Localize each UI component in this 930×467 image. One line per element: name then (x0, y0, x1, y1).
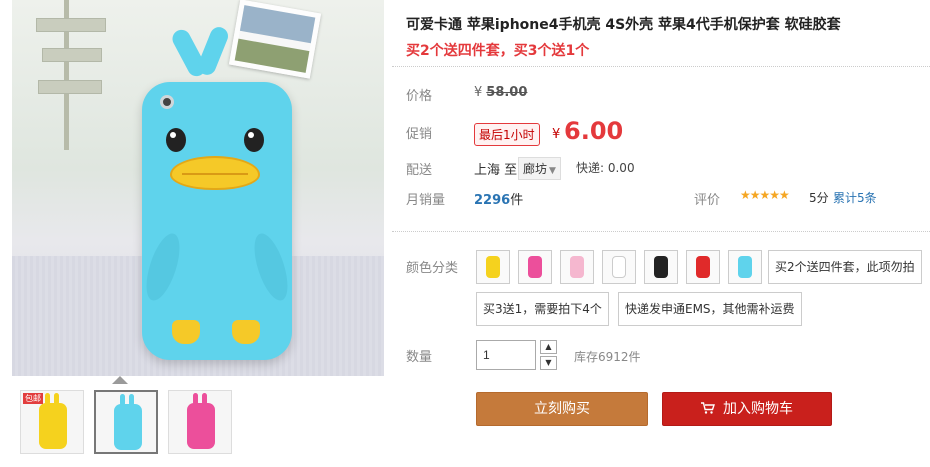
shipping-label: 配送 (406, 163, 433, 178)
main-product-image[interactable] (12, 0, 384, 376)
phone-case-thumbnail-icon (114, 404, 142, 450)
phone-case-thumbnail-icon (738, 256, 752, 278)
review-label: 评价 (694, 193, 721, 208)
sku-option-text[interactable]: 快递发申通EMS，其他需补运费 (618, 292, 802, 326)
foot-right (232, 320, 260, 344)
eye-right (244, 128, 264, 152)
product-gallery: 包邮 (0, 0, 386, 467)
background-sign (42, 48, 102, 62)
chevron-down-icon: ▼ (549, 166, 556, 176)
phone-case-thumbnail-icon (696, 256, 710, 278)
shipping-fee: 快递: 0.00 (576, 161, 635, 175)
camera-hole (160, 95, 174, 109)
wing-right (247, 229, 295, 305)
price-label: 价格 (406, 89, 433, 104)
color-swatch[interactable] (518, 250, 552, 284)
product-info: 可爱卡通 苹果iphone4手机壳 4S外壳 苹果4代手机保护套 软硅胶套 买2… (392, 0, 930, 467)
phone-case-illustration (139, 82, 295, 360)
wing-left (139, 229, 187, 305)
rating-score: 5分 (809, 191, 829, 205)
quantity-label: 数量 (406, 350, 433, 365)
rating-stars-icon: ★★★★★ (740, 188, 790, 202)
color-swatch[interactable] (728, 250, 762, 284)
add-to-cart-label: 加入购物车 (723, 401, 793, 417)
monthly-sales-label: 月销量 (406, 193, 446, 208)
background-sign (38, 80, 102, 94)
phone-case-thumbnail-icon (528, 256, 542, 278)
phone-case-thumbnail-icon (612, 256, 626, 278)
product-page: 包邮 可爱卡通 苹果iphone4手机壳 4S外壳 苹果4代手机保护套 软硅胶套… (0, 0, 930, 467)
phone-case-thumbnail-icon (39, 403, 67, 449)
promo-label: 促销 (406, 127, 433, 142)
price-box: 价格 ¥58.00 促销 最后1小时 ¥ 6.00 配送 上海 至 廊坊 ▼ 快递… (392, 66, 930, 232)
thumbnail-strip: 包邮 (16, 384, 386, 464)
monthly-sales: 2296件 (474, 193, 524, 208)
sku-selector: 颜色分类 买2个送四件套，此项勿拍 买3送1，需要拍下4个 快递发申通EMS，其… (392, 232, 930, 467)
stock-count: 库存6912件 (574, 350, 641, 364)
shopping-cart-icon (701, 402, 715, 414)
phone-case-thumbnail-icon (654, 256, 668, 278)
gallery-thumbnail[interactable] (168, 390, 232, 454)
currency-symbol: ¥ (552, 127, 561, 142)
sku-option-text[interactable]: 买2个送四件套，此项勿拍 (768, 250, 922, 284)
gallery-thumbnail[interactable] (94, 390, 158, 454)
phone-case-thumbnail-icon (570, 256, 584, 278)
promo-countdown-badge: 最后1小时 (474, 123, 540, 146)
duck-beak (170, 156, 260, 190)
color-swatch[interactable] (560, 250, 594, 284)
color-swatch[interactable] (602, 250, 636, 284)
sku-option-text[interactable]: 买3送1，需要拍下4个 (476, 292, 609, 326)
phone-case-thumbnail-icon (486, 256, 500, 278)
quantity-input[interactable] (476, 340, 536, 370)
buy-now-button[interactable]: 立刻购买 (476, 392, 648, 426)
color-swatch[interactable] (686, 250, 720, 284)
background-photo-frame (228, 0, 322, 79)
promo-price: 6.00 (564, 117, 624, 145)
eye-left (166, 128, 186, 152)
quantity-decrease-button[interactable]: ▼ (540, 356, 557, 370)
product-title: 可爱卡通 苹果iphone4手机壳 4S外壳 苹果4代手机保护套 软硅胶套 (406, 17, 841, 33)
color-category-label: 颜色分类 (406, 261, 459, 276)
promo-subtitle: 买2个送四件套，买3个送1个 (406, 43, 590, 59)
background-sign (36, 18, 106, 32)
phone-case-thumbnail-icon (187, 403, 215, 449)
thumbnail-pointer-icon (112, 376, 128, 384)
case-ear (195, 24, 231, 78)
gallery-thumbnail[interactable]: 包邮 (20, 390, 84, 454)
add-to-cart-button[interactable]: 加入购物车 (662, 392, 832, 426)
review-count-link[interactable]: 累计5条 (833, 189, 877, 206)
destination-select[interactable]: 廊坊 ▼ (518, 157, 561, 180)
quantity-increase-button[interactable]: ▲ (540, 340, 557, 354)
original-price: ¥58.00 (474, 85, 528, 100)
free-shipping-badge: 包邮 (23, 393, 43, 404)
ship-from: 上海 至 (474, 163, 518, 178)
color-swatch[interactable] (476, 250, 510, 284)
foot-left (172, 320, 200, 344)
color-swatch[interactable] (644, 250, 678, 284)
